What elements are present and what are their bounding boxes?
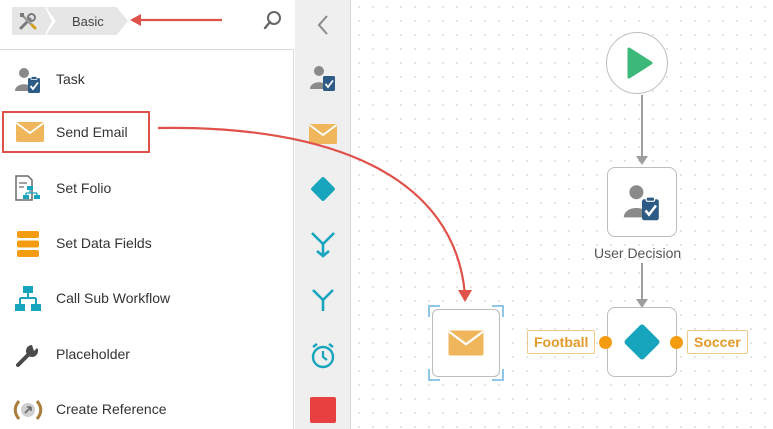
toolbox-item-set-folio[interactable]: Set Folio xyxy=(0,167,294,211)
toolbox-item-send-email[interactable]: Send Email xyxy=(2,111,150,153)
user-task-icon xyxy=(310,66,335,91)
toolbox-item-label: Call Sub Workflow xyxy=(56,290,171,306)
toolbox-item-label: Set Folio xyxy=(56,180,112,196)
strip-split[interactable] xyxy=(307,284,339,316)
connector-lines xyxy=(636,95,648,308)
toolbox-item-label: Task xyxy=(56,71,85,87)
toolbox-item-label: Create Reference xyxy=(56,401,167,417)
toolbox-item-set-data-fields[interactable]: Set Data Fields xyxy=(0,222,294,266)
start-node[interactable] xyxy=(606,32,668,94)
toolbox-item-create-reference[interactable]: Create Reference xyxy=(0,388,294,429)
toolbox-item-label: Set Data Fields xyxy=(56,235,152,251)
search-icon xyxy=(263,11,281,30)
user-task-icon xyxy=(623,185,659,221)
toolbox-panel: Basic Task Send Email Set Folio Set Data… xyxy=(0,0,294,429)
merge-icon xyxy=(311,232,335,258)
envelope-icon xyxy=(14,116,46,148)
decision-diamond-icon xyxy=(311,177,335,201)
sub-workflow-icon xyxy=(12,283,44,315)
decision-node[interactable] xyxy=(607,307,677,377)
workflow-canvas[interactable]: User Decision Football Soccer xyxy=(352,0,773,429)
decision-diamond-icon xyxy=(624,324,660,360)
toolbox-item-label: Placeholder xyxy=(56,346,130,362)
data-fields-icon xyxy=(12,228,44,260)
reference-icon xyxy=(12,394,44,426)
dragged-email-node[interactable] xyxy=(428,305,504,381)
breadcrumb-current[interactable]: Basic xyxy=(46,7,128,35)
strip-decision[interactable] xyxy=(307,173,339,205)
outcome-label-text: Football xyxy=(534,334,589,350)
folio-icon xyxy=(12,173,44,205)
node-caption: User Decision xyxy=(594,245,682,261)
outcome-port-right[interactable] xyxy=(670,336,683,349)
toolbox-strip xyxy=(295,0,351,429)
breadcrumb-label: Basic xyxy=(72,13,104,29)
email-node-box xyxy=(432,309,500,377)
wrench-icon xyxy=(12,339,44,371)
end-square-icon xyxy=(310,397,336,423)
collapse-button[interactable] xyxy=(295,0,351,50)
envelope-icon xyxy=(308,124,338,144)
toolbox-item-task[interactable]: Task xyxy=(0,58,294,102)
chevron-left-icon xyxy=(317,15,328,35)
toolbox-item-call-sub-workflow[interactable]: Call Sub Workflow xyxy=(0,277,294,321)
split-icon xyxy=(312,289,334,311)
strip-send-email[interactable] xyxy=(307,118,339,150)
search-button[interactable] xyxy=(262,9,284,31)
tools-icon xyxy=(19,13,37,30)
toolbox-header: Basic xyxy=(0,0,294,50)
toolbox-item-label: Send Email xyxy=(56,124,128,140)
timer-icon xyxy=(311,343,335,369)
play-icon xyxy=(627,47,653,79)
user-decision-node[interactable] xyxy=(607,167,677,237)
outcome-label-soccer[interactable]: Soccer xyxy=(687,330,748,354)
outcome-label-football[interactable]: Football xyxy=(527,330,596,354)
breadcrumb-root[interactable] xyxy=(12,7,52,35)
user-task-icon xyxy=(12,64,44,96)
outcome-label-text: Soccer xyxy=(694,334,741,350)
strip-user-task[interactable] xyxy=(307,62,339,94)
toolbox-item-placeholder[interactable]: Placeholder xyxy=(0,333,294,377)
outcome-port-left[interactable] xyxy=(599,336,612,349)
strip-timer[interactable] xyxy=(307,339,339,371)
strip-end[interactable] xyxy=(307,394,339,426)
envelope-icon xyxy=(448,330,484,356)
strip-merge[interactable] xyxy=(307,228,339,260)
